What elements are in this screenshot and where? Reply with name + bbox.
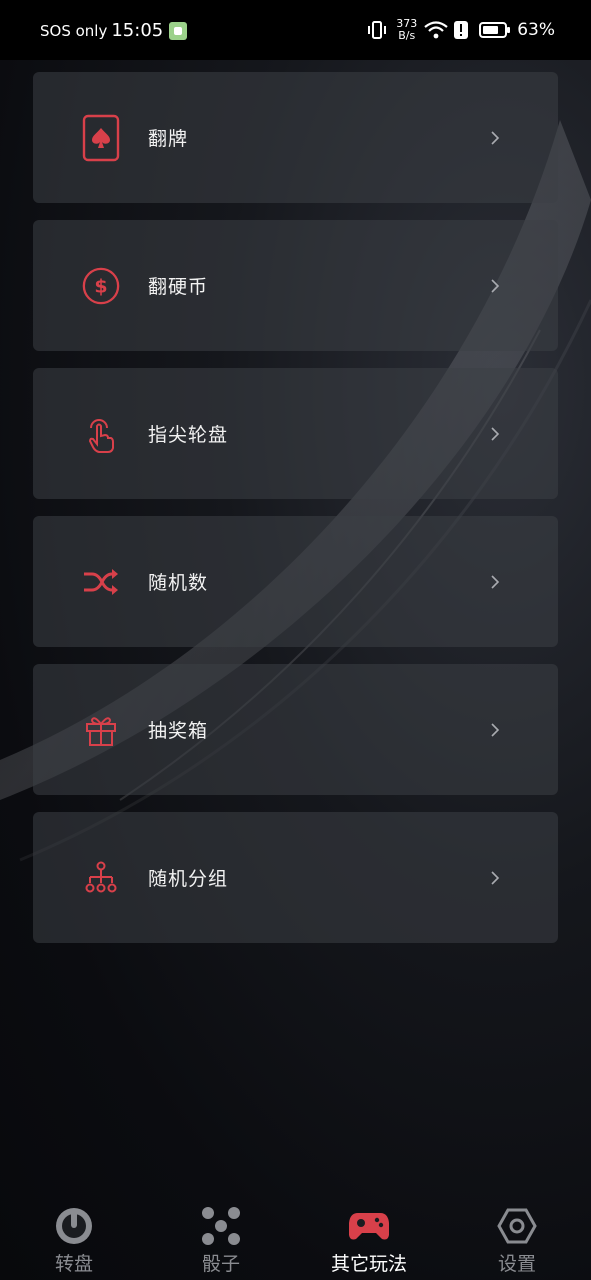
dice-icon bbox=[200, 1205, 242, 1247]
nav-tab-wheel[interactable]: 转盘 bbox=[19, 1205, 129, 1276]
battery-percent: 63% bbox=[517, 20, 555, 40]
nav-tab-other-games[interactable]: 其它玩法 bbox=[314, 1205, 424, 1276]
game-mode-list: 翻牌 $ 翻硬币 指尖轮盘 随机数 抽奖箱 随机分组 bbox=[33, 72, 558, 960]
group-tree-icon bbox=[81, 858, 121, 898]
chevron-right-icon bbox=[491, 574, 500, 589]
menu-item-lottery-box[interactable]: 抽奖箱 bbox=[33, 664, 558, 795]
menu-item-random-number[interactable]: 随机数 bbox=[33, 516, 558, 647]
menu-item-flip-card[interactable]: 翻牌 bbox=[33, 72, 558, 203]
chevron-right-icon bbox=[491, 722, 500, 737]
chevron-right-icon bbox=[491, 130, 500, 145]
menu-item-label: 随机数 bbox=[148, 572, 209, 594]
vibrate-icon bbox=[368, 21, 387, 39]
status-bar: SOS only 15:05 373 B/s 63% bbox=[0, 0, 591, 60]
nav-label: 骰子 bbox=[201, 1253, 240, 1275]
menu-item-label: 随机分组 bbox=[148, 868, 229, 890]
net-speed: 373 B/s bbox=[396, 18, 417, 42]
nav-label: 其它玩法 bbox=[330, 1253, 407, 1275]
wheel-icon bbox=[53, 1205, 95, 1247]
nav-tab-settings[interactable]: 设置 bbox=[462, 1205, 572, 1276]
nav-label: 设置 bbox=[497, 1253, 536, 1275]
menu-item-label: 指尖轮盘 bbox=[148, 424, 229, 446]
net-speed-unit: B/s bbox=[398, 29, 416, 42]
menu-item-label: 翻牌 bbox=[148, 128, 189, 150]
menu-item-label: 抽奖箱 bbox=[148, 720, 209, 742]
nav-label: 转盘 bbox=[54, 1253, 93, 1275]
menu-item-random-group[interactable]: 随机分组 bbox=[33, 812, 558, 943]
chevron-right-icon bbox=[491, 426, 500, 441]
nav-tab-dice[interactable]: 骰子 bbox=[166, 1205, 276, 1276]
menu-item-flip-coin[interactable]: $ 翻硬币 bbox=[33, 220, 558, 351]
coin-icon: $ bbox=[81, 266, 121, 306]
battery-icon bbox=[479, 22, 511, 38]
chevron-right-icon bbox=[491, 870, 500, 885]
clock: 15:05 bbox=[111, 20, 164, 41]
gamepad-icon bbox=[348, 1205, 390, 1247]
carrier-label: SOS only bbox=[40, 21, 108, 40]
notification-app-icon bbox=[169, 21, 188, 40]
wifi-icon bbox=[424, 21, 448, 39]
chevron-right-icon bbox=[491, 278, 500, 293]
card-icon bbox=[81, 114, 121, 161]
bottom-nav: 转盘 骰子 其它玩法 设置 bbox=[0, 1195, 591, 1280]
menu-item-finger-wheel[interactable]: 指尖轮盘 bbox=[33, 368, 558, 499]
finger-tap-icon bbox=[81, 414, 121, 454]
svg-text:$: $ bbox=[94, 275, 107, 297]
menu-item-label: 翻硬币 bbox=[148, 276, 209, 298]
gift-icon bbox=[81, 710, 121, 750]
hexagon-settings-icon bbox=[496, 1205, 538, 1247]
shuffle-icon bbox=[81, 562, 121, 602]
alert-icon bbox=[454, 21, 469, 39]
